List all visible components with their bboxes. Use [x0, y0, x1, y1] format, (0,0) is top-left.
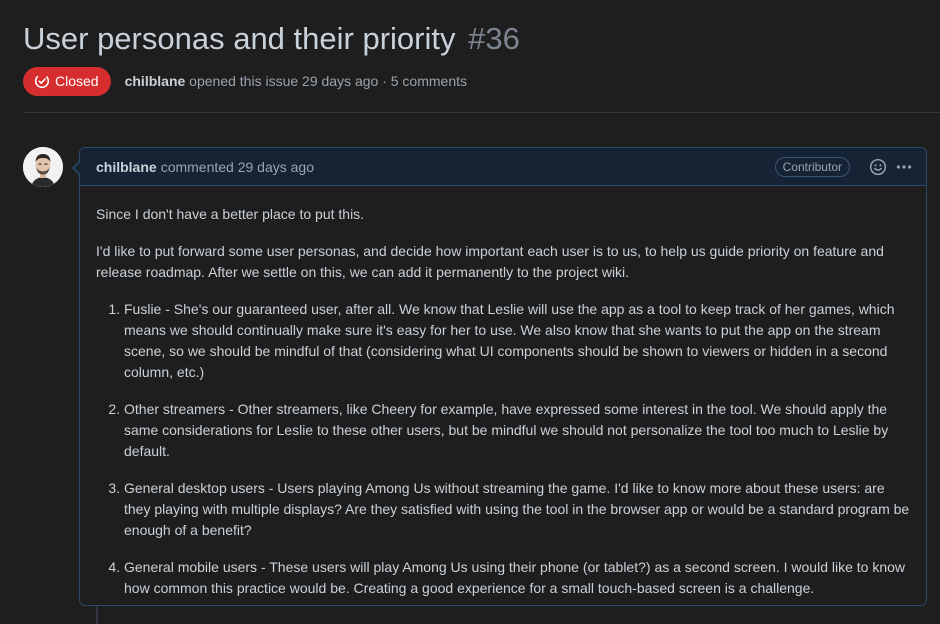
comment-paragraph: I'd like to put forward some user person… — [96, 243, 884, 280]
issue-number: #36 — [468, 21, 520, 56]
comment-intro: Since I don't have a better place to put… — [96, 206, 365, 222]
issue-closed-icon — [34, 73, 50, 89]
issue-state-badge: Closed — [23, 66, 111, 96]
issue-title-row: User personas and their priority #36 — [23, 18, 940, 60]
issue-opened-text: opened this issue 29 days ago · 5 commen… — [189, 73, 467, 89]
issue-page: User personas and their priority #36 Clo… — [0, 0, 940, 624]
contributor-badge: Contributor — [774, 156, 850, 177]
comment-timestamp[interactable]: commented 29 days ago — [161, 159, 314, 175]
list-item: Fuslie - She's our guaranteed user, afte… — [124, 299, 910, 383]
avatar-image — [23, 147, 63, 187]
issue-state-label: Closed — [55, 73, 99, 89]
issue-meta-text: chilblane opened this issue 29 days ago … — [125, 73, 467, 89]
list-item: General desktop users - Users playing Am… — [124, 478, 910, 541]
issue-header: User personas and their priority #36 Clo… — [23, 18, 940, 96]
persona-list: Fuslie - She's our guaranteed user, afte… — [96, 299, 910, 599]
timeline-line — [96, 606, 98, 624]
kebab-horizontal-icon[interactable] — [894, 157, 914, 177]
issue-title: User personas and their priority — [23, 21, 456, 56]
comment-body: Since I don't have a better place to put… — [80, 186, 926, 599]
smiley-icon[interactable] — [868, 157, 888, 177]
list-item: Other streamers - Other streamers, like … — [124, 399, 910, 462]
avatar[interactable] — [23, 147, 63, 187]
list-item: General mobile users - These users will … — [124, 557, 910, 599]
comment-box: chilblane commented 29 days ago Contribu… — [79, 147, 927, 606]
issue-author-link[interactable]: chilblane — [125, 73, 186, 89]
header-divider — [23, 112, 940, 113]
comment-pointer-inner — [74, 161, 81, 175]
comment-author-link[interactable]: chilblane — [96, 159, 157, 175]
comment-header: chilblane commented 29 days ago Contribu… — [80, 148, 926, 186]
issue-meta: Closed chilblane opened this issue 29 da… — [23, 66, 467, 96]
